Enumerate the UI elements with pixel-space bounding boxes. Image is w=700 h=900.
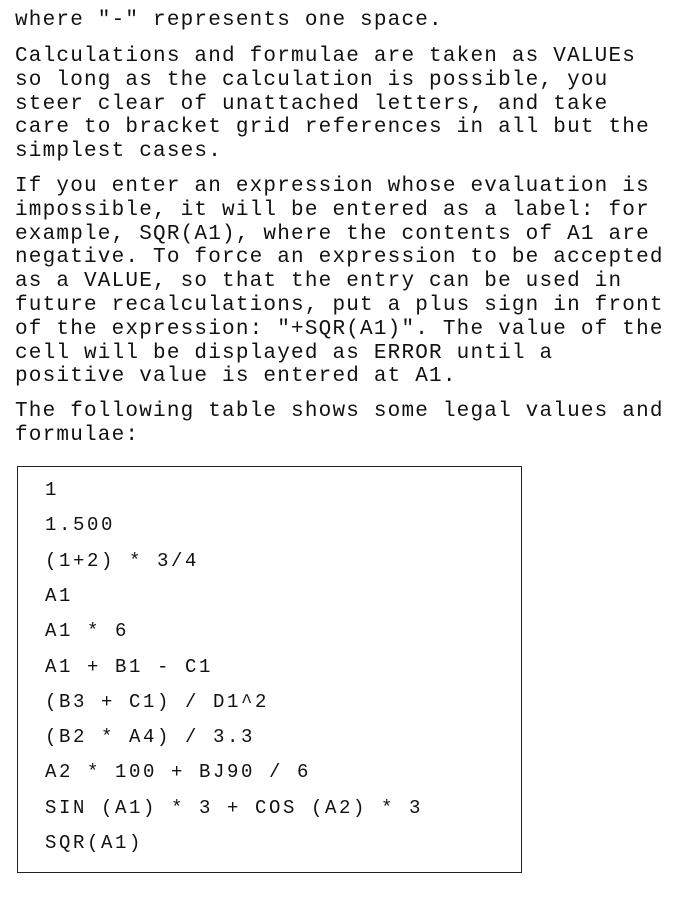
text-line: formulae: <box>15 423 140 447</box>
text-line: positive value is entered at A1. <box>15 365 457 389</box>
text-line: of the expression: "+SQR(A1)". The value… <box>15 317 664 341</box>
text-line: The following table shows some legal val… <box>15 400 664 423</box>
table-row: (1+2) * 3/4 <box>45 549 200 572</box>
paragraph-calculations: Calculations and formulae are taken as V… <box>15 45 650 164</box>
text-line: as a VALUE, so that the entry can be use… <box>15 270 623 294</box>
text-line: Calculations and formulae are taken as V… <box>15 45 637 68</box>
text-line: impossible, it will be entered as a labe… <box>15 198 650 222</box>
text-line: negative. To force an expression to be a… <box>15 246 664 270</box>
text-line: cell will be displayed as ERROR until a <box>15 341 554 365</box>
paragraph-impossible-expression: If you enter an expression whose evaluat… <box>15 175 664 389</box>
paragraph-table-intro: The following table shows some legal val… <box>15 400 664 448</box>
table-row: SQR(A1) <box>45 832 144 854</box>
table-row: A2 * 100 + BJ90 / 6 <box>45 761 312 784</box>
paragraph-space-note: where "-" represents one space. <box>15 9 443 33</box>
table-row: A1 <box>45 584 74 607</box>
text-line: where "-" represents one space. <box>15 9 443 32</box>
text-line: steer clear of unattached letters, and t… <box>15 92 609 116</box>
table-row: A1 + B1 - C1 <box>45 655 214 678</box>
text-line: example, SQR(A1), where the contents of … <box>15 222 650 246</box>
legal-values-table: 1 1.500 (1+2) * 3/4 A1 A1 * 6 A1 + B1 - C1 (B3… <box>17 466 522 873</box>
text-line: simplest cases. <box>15 140 223 164</box>
text-line: care to bracket grid references in all b… <box>15 116 650 140</box>
text-line: so long as the calculation is possible, … <box>15 68 609 92</box>
table-row: SIN (A1) * 3 + COS (A2) * 3 <box>45 796 424 819</box>
text-line: future recalculations, put a plus sign i… <box>15 293 664 317</box>
table-row: 1 <box>45 479 60 501</box>
table-row: A1 * 6 <box>45 620 130 643</box>
table-row: (B3 + C1) / D1^2 <box>45 690 270 713</box>
table-row: 1.500 <box>45 514 116 537</box>
text-line: If you enter an expression whose evaluat… <box>15 175 650 198</box>
table-row: (B2 * A4) / 3.3 <box>45 726 256 749</box>
